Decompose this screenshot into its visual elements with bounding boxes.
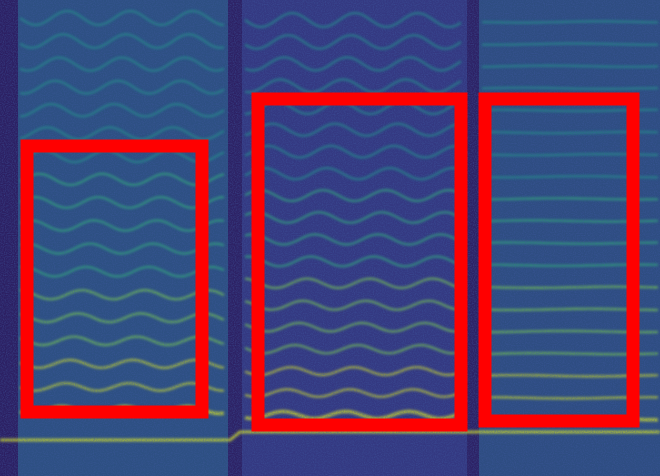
spectrogram-figure — [0, 0, 660, 476]
spectrogram-image — [0, 0, 660, 476]
noise-texture — [0, 0, 660, 476]
